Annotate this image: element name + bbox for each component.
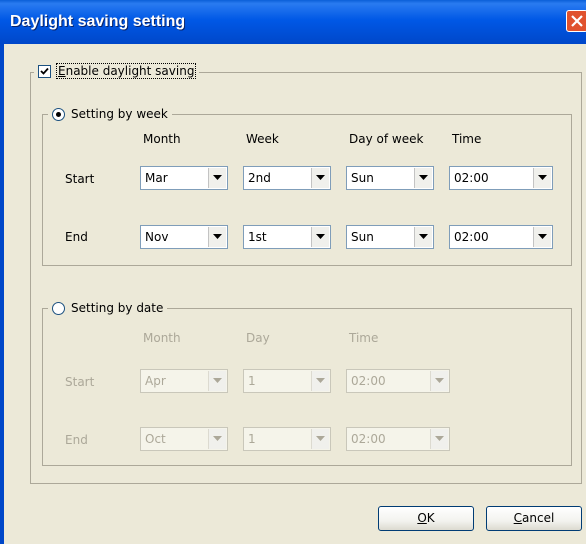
header-time: Time bbox=[452, 132, 482, 146]
date-header-time: Time bbox=[349, 331, 379, 345]
dropdown-arrow-icon bbox=[213, 234, 222, 239]
dropdown-arrow-icon bbox=[419, 175, 428, 180]
dropdown-button[interactable] bbox=[311, 168, 329, 188]
selected-value: 02:00 bbox=[454, 171, 489, 185]
dropdown-button[interactable] bbox=[430, 429, 448, 449]
radio-dot-icon bbox=[56, 111, 61, 117]
date-header-day: Day bbox=[246, 331, 270, 345]
dropdown-arrow-icon bbox=[316, 234, 325, 239]
close-button[interactable] bbox=[566, 10, 586, 32]
dropdown-arrow-icon bbox=[316, 175, 325, 180]
window-title: Daylight saving setting bbox=[10, 13, 186, 30]
cancel-mnemonic: C bbox=[513, 511, 523, 525]
dropdown-button[interactable] bbox=[311, 227, 329, 247]
dropdown-button[interactable] bbox=[414, 168, 432, 188]
week-start-label: Start bbox=[65, 172, 95, 186]
selected-value: Sun bbox=[351, 171, 374, 185]
selected-value: Apr bbox=[145, 374, 166, 388]
dropdown-arrow-icon bbox=[435, 378, 444, 383]
dropdown-arrow-icon bbox=[419, 234, 428, 239]
check-icon bbox=[40, 67, 49, 75]
header-day-of-week: Day of week bbox=[349, 132, 424, 146]
dropdown-button[interactable] bbox=[208, 371, 226, 391]
header-week: Week bbox=[246, 132, 279, 146]
week-start-time-select[interactable]: 02:00 bbox=[449, 166, 553, 190]
dropdown-arrow-icon bbox=[538, 234, 547, 239]
dropdown-arrow-icon bbox=[538, 175, 547, 180]
dropdown-arrow-icon bbox=[435, 436, 444, 441]
date-start-day-select[interactable]: 1 bbox=[243, 369, 331, 393]
date-start-label: Start bbox=[65, 375, 95, 389]
dropdown-button[interactable] bbox=[533, 227, 551, 247]
ok-label-rest: K bbox=[426, 511, 435, 525]
dropdown-button[interactable] bbox=[311, 371, 329, 391]
by-week-radio[interactable]: Setting by week bbox=[48, 105, 172, 123]
dropdown-button[interactable] bbox=[208, 429, 226, 449]
enable-checkbox[interactable]: Enable daylight saving bbox=[34, 62, 200, 80]
week-start-month-select[interactable]: Mar bbox=[140, 166, 228, 190]
dropdown-button[interactable] bbox=[533, 168, 551, 188]
date-start-time-select[interactable]: 02:00 bbox=[346, 369, 450, 393]
selected-value: 02:00 bbox=[351, 374, 386, 388]
selected-value: Nov bbox=[145, 230, 169, 244]
week-start-week-select[interactable]: 2nd bbox=[243, 166, 331, 190]
title-bar: Daylight saving setting bbox=[0, 0, 586, 44]
date-end-time-select[interactable]: 02:00 bbox=[346, 427, 450, 451]
enable-mnemonic: E bbox=[58, 64, 66, 78]
dropdown-button[interactable] bbox=[430, 371, 448, 391]
selected-value: Mar bbox=[145, 171, 168, 185]
dropdown-arrow-icon bbox=[213, 436, 222, 441]
enable-checkbox-label: Enable daylight saving bbox=[55, 63, 197, 79]
week-end-day-select[interactable]: Sun bbox=[346, 225, 434, 249]
dropdown-arrow-icon bbox=[213, 175, 222, 180]
selected-value: 2nd bbox=[248, 171, 271, 185]
dropdown-button[interactable] bbox=[311, 429, 329, 449]
by-date-label: Setting by date bbox=[71, 301, 164, 315]
enable-checkbox-box[interactable] bbox=[38, 64, 51, 78]
date-end-month-select[interactable]: Oct bbox=[140, 427, 228, 451]
week-end-month-select[interactable]: Nov bbox=[140, 225, 228, 249]
date-start-month-select[interactable]: Apr bbox=[140, 369, 228, 393]
dropdown-button[interactable] bbox=[414, 227, 432, 247]
window-frame-left bbox=[0, 44, 4, 544]
dropdown-arrow-icon bbox=[213, 378, 222, 383]
by-week-label: Setting by week bbox=[71, 107, 168, 121]
selected-value: 02:00 bbox=[351, 432, 386, 446]
selected-value: 1 bbox=[248, 432, 256, 446]
selected-value: Oct bbox=[145, 432, 166, 446]
week-end-week-select[interactable]: 1st bbox=[243, 225, 331, 249]
date-end-label: End bbox=[65, 433, 88, 447]
selected-value: 02:00 bbox=[454, 230, 489, 244]
cancel-button[interactable]: Cancel bbox=[486, 506, 582, 531]
ok-mnemonic: O bbox=[417, 511, 427, 525]
by-week-radio-circle[interactable] bbox=[52, 107, 65, 121]
enable-label-rest: nable daylight saving bbox=[65, 64, 195, 78]
selected-value: 1 bbox=[248, 374, 256, 388]
dropdown-arrow-icon bbox=[316, 436, 325, 441]
header-month: Month bbox=[143, 132, 181, 146]
ok-button[interactable]: OK bbox=[378, 506, 474, 531]
dropdown-button[interactable] bbox=[208, 227, 226, 247]
selected-value: 1st bbox=[248, 230, 267, 244]
dropdown-button[interactable] bbox=[208, 168, 226, 188]
date-end-day-select[interactable]: 1 bbox=[243, 427, 331, 451]
cancel-label-rest: ancel bbox=[522, 511, 555, 525]
week-start-day-select[interactable]: Sun bbox=[346, 166, 434, 190]
week-end-time-select[interactable]: 02:00 bbox=[449, 225, 553, 249]
close-icon bbox=[571, 15, 583, 27]
by-date-radio[interactable]: Setting by date bbox=[48, 299, 168, 317]
week-end-label: End bbox=[65, 230, 88, 244]
selected-value: Sun bbox=[351, 230, 374, 244]
date-header-month: Month bbox=[143, 331, 181, 345]
by-date-radio-circle[interactable] bbox=[52, 301, 65, 315]
dropdown-arrow-icon bbox=[316, 378, 325, 383]
